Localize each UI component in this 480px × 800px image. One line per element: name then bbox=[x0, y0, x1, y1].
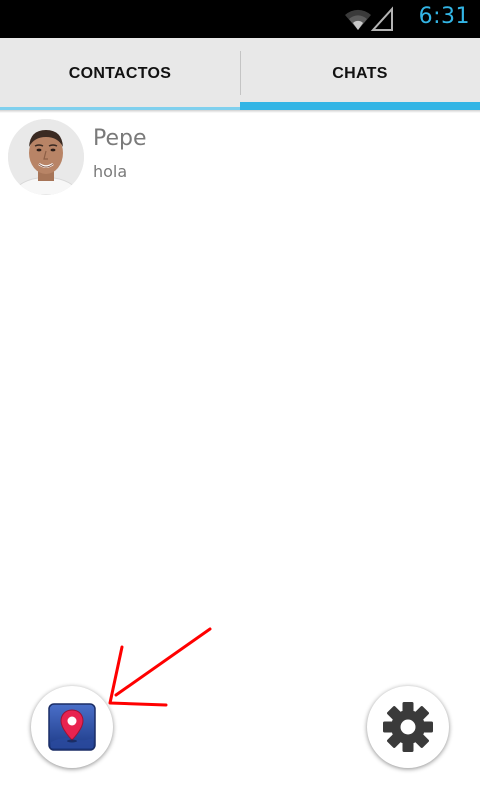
tab-label-contactos: CONTACTOS bbox=[68, 65, 172, 82]
tab-chats[interactable]: CHATS bbox=[240, 38, 480, 110]
tab-label-chats: CHATS bbox=[332, 65, 388, 82]
avatar[interactable] bbox=[8, 119, 84, 195]
wifi-icon bbox=[345, 9, 371, 30]
status-time: 6:31 bbox=[418, 4, 470, 29]
chat-list: Pepe hola bbox=[0, 113, 480, 205]
cell-signal-icon bbox=[370, 6, 393, 31]
chat-contact-name: Pepe bbox=[93, 126, 147, 151]
gear-icon bbox=[383, 702, 433, 752]
map-pin-icon bbox=[48, 703, 96, 751]
chat-item-pepe[interactable]: Pepe hola bbox=[0, 113, 480, 205]
status-bar: 6:31 bbox=[0, 0, 480, 38]
tab-contactos[interactable]: CONTACTOS bbox=[0, 38, 240, 110]
status-icons bbox=[344, 6, 394, 32]
annotation-arrow bbox=[108, 627, 212, 707]
app-screen: 6:31 CONTACTOS CHATS Pepe hola bbox=[0, 0, 480, 800]
tab-bar: CONTACTOS CHATS bbox=[0, 38, 480, 110]
map-location-button[interactable] bbox=[31, 686, 113, 768]
tab-indicator-selected bbox=[240, 102, 480, 110]
chat-last-message: hola bbox=[93, 162, 128, 181]
tab-divider bbox=[240, 51, 241, 95]
settings-button[interactable] bbox=[367, 686, 449, 768]
